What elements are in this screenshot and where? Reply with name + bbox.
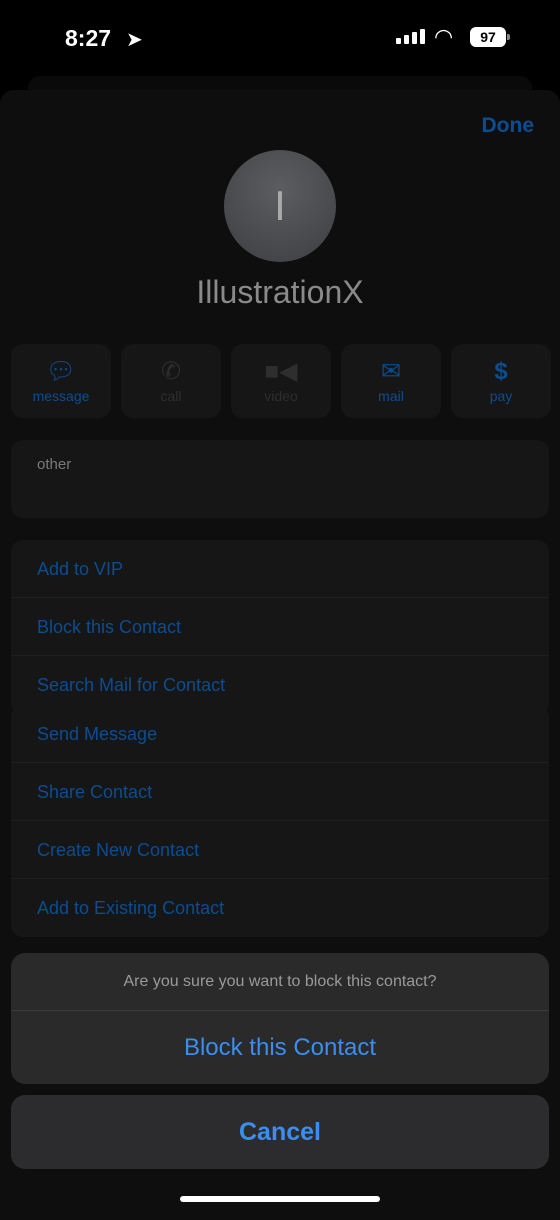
battery-icon: 97 (470, 27, 510, 47)
clock: 8:27 (65, 25, 112, 51)
options-group-2: Send Message Share Contact Create New Co… (11, 705, 549, 937)
share-contact[interactable]: Share Contact (11, 763, 549, 821)
call-button[interactable]: ✆ call (121, 344, 221, 418)
pay-button[interactable]: $ pay (451, 344, 551, 418)
action-buttons: 💬︎ message ✆ call ■◀ video ✉ mail $ pay (11, 344, 551, 418)
confirm-block-button[interactable]: Block this Contact (11, 1011, 549, 1084)
mail-button[interactable]: ✉ mail (341, 344, 441, 418)
create-new-contact[interactable]: Create New Contact (11, 821, 549, 879)
wifi-icon: ◠ (434, 24, 454, 49)
alert-message: Are you sure you want to block this cont… (11, 953, 549, 1011)
cancel-button[interactable]: Cancel (11, 1095, 549, 1169)
cellular-signal-icon (396, 29, 425, 44)
contact-name: IllustrationX (196, 274, 364, 310)
action-sheet: Are you sure you want to block this cont… (11, 953, 549, 1084)
status-bar: 8:27 ➤ ◠ 97 (0, 0, 560, 78)
add-to-existing-contact[interactable]: Add to Existing Contact (11, 879, 549, 937)
message-bubble-icon: 💬︎ (45, 358, 77, 385)
video-button[interactable]: ■◀ video (231, 344, 331, 418)
done-button[interactable]: Done (482, 114, 535, 138)
location-arrow-icon: ➤ (126, 29, 143, 51)
field-label: other (37, 456, 72, 473)
send-message[interactable]: Send Message (11, 705, 549, 763)
dollar-icon: $ (494, 358, 508, 385)
add-to-vip[interactable]: Add to VIP (11, 540, 549, 598)
message-button[interactable]: 💬︎ message (11, 344, 111, 418)
avatar: I (224, 150, 336, 262)
home-indicator[interactable] (180, 1196, 380, 1202)
phone-icon: ✆ (160, 358, 182, 385)
info-field[interactable]: other (11, 440, 549, 518)
block-contact[interactable]: Block this Contact (11, 598, 549, 656)
video-camera-icon: ■◀ (264, 358, 298, 385)
options-group-1: Add to VIP Block this Contact Search Mai… (11, 540, 549, 714)
envelope-icon: ✉ (380, 358, 402, 385)
